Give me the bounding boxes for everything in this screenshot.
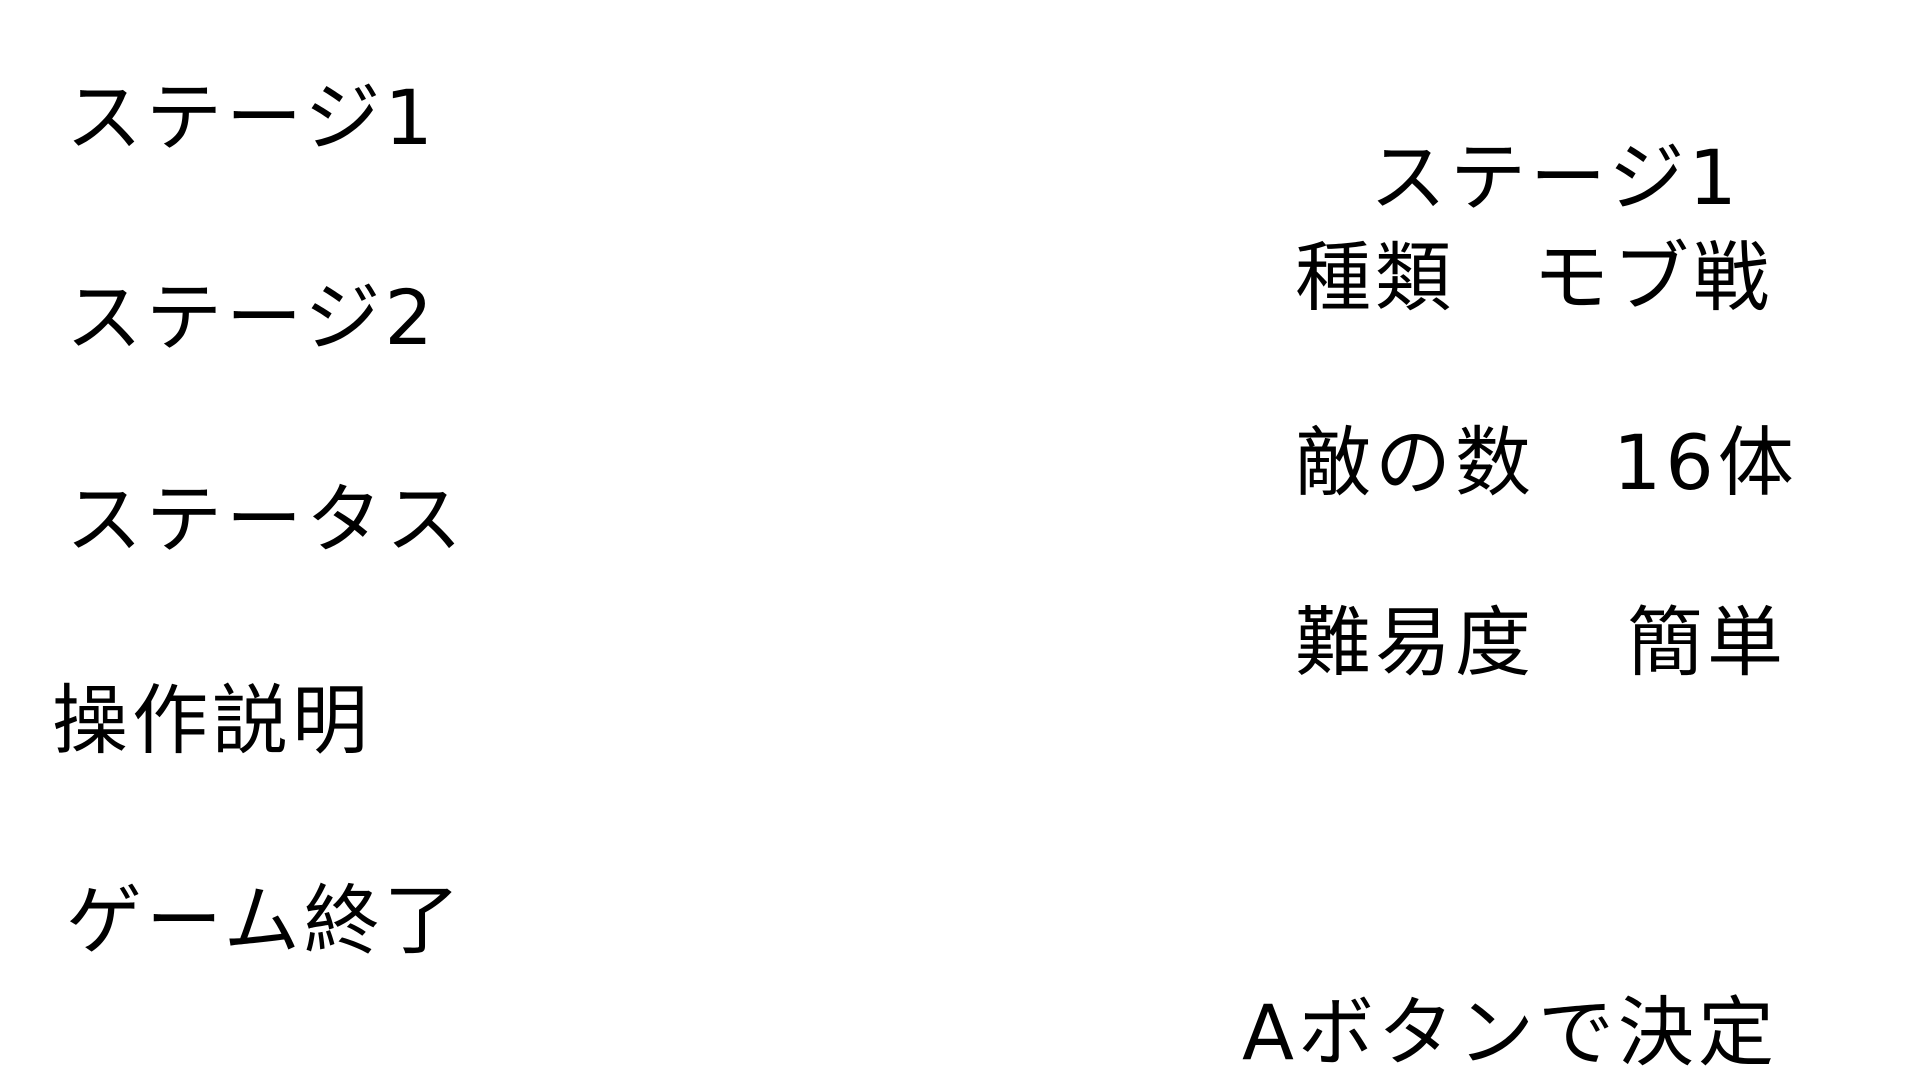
- menu-item-stage-1[interactable]: ステージ1: [66, 80, 437, 156]
- info-row-difficulty: 難易度 簡単: [1295, 605, 1787, 681]
- info-value-type: モブ戦: [1533, 233, 1773, 322]
- info-label-type: 種類: [1295, 233, 1455, 322]
- confirm-hint: Aボタンで決定: [1242, 988, 1778, 1077]
- info-value-difficulty: 簡単: [1627, 598, 1787, 687]
- info-row-type: 種類 モブ戦: [1295, 240, 1773, 316]
- menu-item-controls[interactable]: 操作説明: [52, 683, 372, 759]
- info-label-difficulty: 難易度: [1295, 598, 1535, 687]
- stage-info-title: ステージ1: [1370, 133, 1741, 222]
- menu-item-quit-game[interactable]: ゲーム終了: [66, 883, 464, 959]
- info-row-enemy-count: 敵の数 16体: [1295, 425, 1798, 501]
- menu-item-status[interactable]: ステータス: [66, 482, 466, 558]
- stage-select-screen: ステージ1 ステージ2 ステータス 操作説明 ゲーム終了 ステージ1 種類 モブ…: [0, 0, 1920, 1080]
- menu-item-stage-2[interactable]: ステージ2: [66, 280, 437, 356]
- info-value-enemy-count: 16体: [1613, 418, 1798, 507]
- info-label-enemy-count: 敵の数: [1295, 418, 1535, 507]
